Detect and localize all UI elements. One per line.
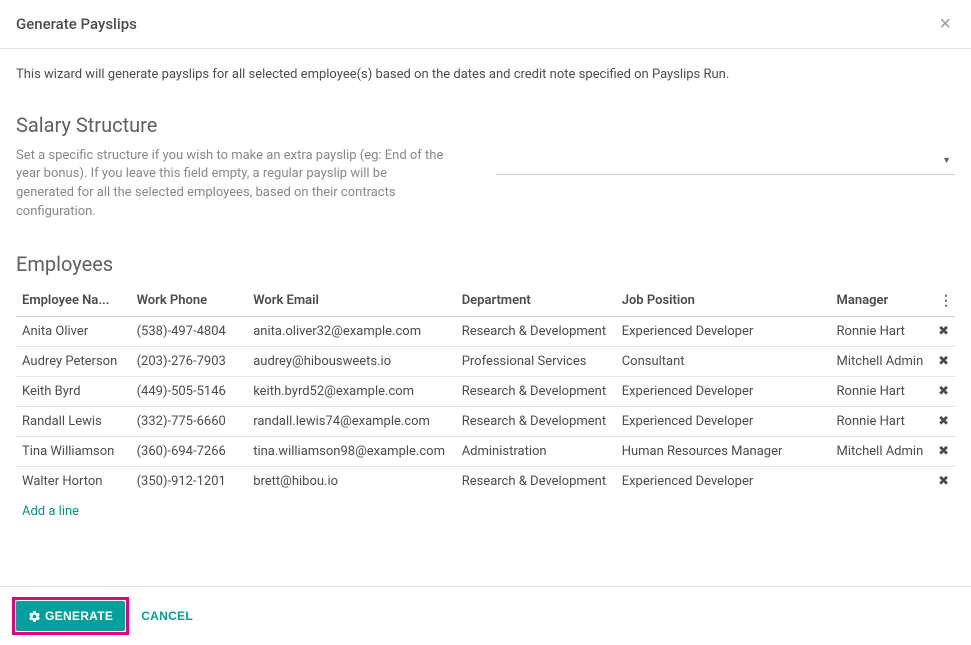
delete-row-icon[interactable]: ✖	[938, 324, 949, 339]
wizard-intro-text: This wizard will generate payslips for a…	[16, 65, 955, 85]
cell-position: Human Resources Manager	[616, 436, 831, 466]
cell-department: Research & Development	[456, 376, 616, 406]
cell-name: Keith Byrd	[16, 376, 131, 406]
cell-name: Anita Oliver	[16, 316, 131, 346]
employees-table-wrap: Employee Na... Work Phone Work Email Dep…	[16, 286, 955, 523]
cell-phone: (449)-505-5146	[131, 376, 248, 406]
cell-delete: ✖	[932, 466, 955, 496]
cell-phone: (350)-912-1201	[131, 466, 248, 496]
col-header-position[interactable]: Job Position	[616, 286, 831, 317]
cell-manager: Ronnie Hart	[831, 406, 932, 436]
cell-email: randall.lewis74@example.com	[247, 406, 455, 436]
table-row[interactable]: Anita Oliver(538)-497-4804anita.oliver32…	[16, 316, 955, 346]
col-header-name[interactable]: Employee Na...	[16, 286, 131, 317]
col-header-department[interactable]: Department	[456, 286, 616, 317]
delete-row-icon[interactable]: ✖	[938, 384, 949, 399]
delete-row-icon[interactable]: ✖	[938, 474, 949, 489]
delete-row-icon[interactable]: ✖	[938, 444, 949, 459]
cell-phone: (203)-276-7903	[131, 346, 248, 376]
cell-manager: Ronnie Hart	[831, 376, 932, 406]
table-row[interactable]: Walter Horton(350)-912-1201brett@hibou.i…	[16, 466, 955, 496]
cell-manager: Ronnie Hart	[831, 316, 932, 346]
col-header-options[interactable]: ⋮	[932, 286, 955, 317]
cell-name: Tina Williamson	[16, 436, 131, 466]
table-row[interactable]: Audrey Peterson(203)-276-7903audrey@hibo…	[16, 346, 955, 376]
cell-manager: Mitchell Admin	[831, 436, 932, 466]
close-button[interactable]: ×	[935, 14, 955, 34]
modal-body: This wizard will generate payslips for a…	[0, 49, 971, 539]
cell-department: Research & Development	[456, 316, 616, 346]
cell-phone: (538)-497-4804	[131, 316, 248, 346]
cell-name: Audrey Peterson	[16, 346, 131, 376]
salary-structure-title: Salary Structure	[16, 113, 955, 137]
cell-department: Research & Development	[456, 466, 616, 496]
modal-title: Generate Payslips	[16, 15, 137, 33]
col-header-phone[interactable]: Work Phone	[131, 286, 248, 317]
cell-delete: ✖	[932, 436, 955, 466]
table-header-row: Employee Na... Work Phone Work Email Dep…	[16, 286, 955, 317]
salary-structure-row: Set a specific structure if you wish to …	[16, 147, 955, 222]
cell-manager	[831, 466, 932, 496]
cell-delete: ✖	[932, 346, 955, 376]
cancel-button-label: CANCEL	[141, 609, 193, 623]
cell-phone: (332)-775-6660	[131, 406, 248, 436]
cell-position: Experienced Developer	[616, 406, 831, 436]
cancel-button[interactable]: CANCEL	[141, 609, 193, 623]
employees-title: Employees	[16, 252, 955, 276]
gear-icon	[28, 610, 41, 623]
cell-email: audrey@hibousweets.io	[247, 346, 455, 376]
cell-email: keith.byrd52@example.com	[247, 376, 455, 406]
generate-button[interactable]: GENERATE	[16, 601, 125, 631]
col-header-email[interactable]: Work Email	[247, 286, 455, 317]
cell-email: brett@hibou.io	[247, 466, 455, 496]
close-icon: ×	[939, 13, 951, 35]
salary-structure-select[interactable]	[496, 151, 955, 175]
cell-department: Administration	[456, 436, 616, 466]
kebab-icon: ⋮	[939, 293, 953, 309]
cell-email: tina.williamson98@example.com	[247, 436, 455, 466]
salary-structure-select-wrap: ▼	[496, 147, 955, 222]
add-a-line-button[interactable]: Add a line	[16, 496, 85, 523]
cell-name: Randall Lewis	[16, 406, 131, 436]
cell-name: Walter Horton	[16, 466, 131, 496]
cell-position: Experienced Developer	[616, 376, 831, 406]
cell-manager: Mitchell Admin	[831, 346, 932, 376]
delete-row-icon[interactable]: ✖	[938, 414, 949, 429]
employees-table: Employee Na... Work Phone Work Email Dep…	[16, 286, 955, 496]
cell-department: Research & Development	[456, 406, 616, 436]
cell-position: Experienced Developer	[616, 316, 831, 346]
table-row[interactable]: Randall Lewis(332)-775-6660randall.lewis…	[16, 406, 955, 436]
table-row[interactable]: Tina Williamson(360)-694-7266tina.willia…	[16, 436, 955, 466]
col-header-manager[interactable]: Manager	[831, 286, 932, 317]
modal-footer: GENERATE CANCEL	[0, 586, 971, 645]
salary-structure-description: Set a specific structure if you wish to …	[16, 147, 446, 222]
generate-button-highlight: GENERATE	[12, 597, 129, 635]
cell-department: Professional Services	[456, 346, 616, 376]
generate-button-label: GENERATE	[45, 609, 113, 623]
modal-header: Generate Payslips ×	[0, 0, 971, 49]
cell-position: Consultant	[616, 346, 831, 376]
cell-email: anita.oliver32@example.com	[247, 316, 455, 346]
cell-delete: ✖	[932, 376, 955, 406]
cell-position: Experienced Developer	[616, 466, 831, 496]
cell-delete: ✖	[932, 406, 955, 436]
cell-phone: (360)-694-7266	[131, 436, 248, 466]
table-row[interactable]: Keith Byrd(449)-505-5146keith.byrd52@exa…	[16, 376, 955, 406]
cell-delete: ✖	[932, 316, 955, 346]
delete-row-icon[interactable]: ✖	[938, 354, 949, 369]
